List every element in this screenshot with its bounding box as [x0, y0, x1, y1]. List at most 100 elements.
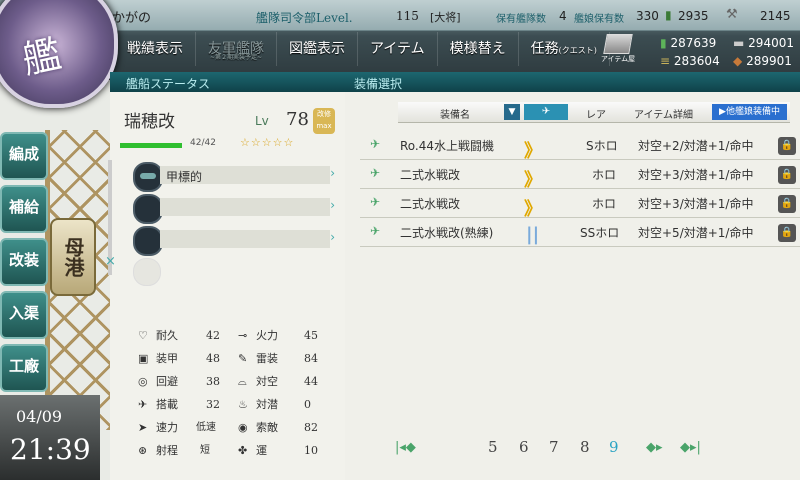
hq-level-label: 艦隊司令部Level.: [256, 11, 353, 25]
nav-supply[interactable]: 補給: [0, 185, 48, 233]
seaplane-fighter-icon: ✈: [370, 166, 381, 180]
nav-organize[interactable]: 編成: [0, 132, 48, 180]
proficiency-icon: ||: [526, 224, 540, 245]
hp-bar: [120, 143, 182, 148]
stat-value: 32: [206, 398, 220, 411]
next-page-icon[interactable]: ◆▸: [646, 440, 663, 455]
stat-label: 搭載: [156, 398, 178, 411]
equipment-name: 二式水戦改: [400, 168, 461, 182]
lock-icon[interactable]: 🔒: [778, 137, 796, 155]
last-page-icon[interactable]: ◆▸|: [680, 440, 701, 455]
equipment-detail: 対空+3/対潜+1/命中: [638, 168, 754, 182]
lock-icon[interactable]: 🔒: [778, 195, 796, 213]
menu-items[interactable]: アイテム: [358, 32, 438, 66]
equipment-slot-3[interactable]: ›: [130, 226, 335, 256]
bauxite-icon: ◆: [733, 54, 743, 68]
other-ship-toggle[interactable]: ▶他艦娘装備中: [712, 104, 787, 120]
steel-icon: ▬: [733, 36, 745, 50]
equipment-row[interactable]: ✈ 二式水戦改(熟練) || SSホロ 対空+5/対潜+1/命中 🔒: [360, 218, 800, 247]
equipment-name: 二式水戦改(熟練): [400, 226, 494, 240]
nav-remodel[interactable]: 改装: [0, 238, 48, 286]
ammo-icon: ≡: [660, 54, 671, 68]
ammo-value: 283604: [673, 54, 720, 68]
slot-2-arrow-icon: ›: [330, 198, 335, 212]
stat-row: ➤ 速力 低速 ◉ 索敵 82: [128, 418, 328, 438]
page-5[interactable]: 5: [488, 438, 498, 456]
clock-dock: 04/09 21:39: [0, 395, 100, 480]
menu-record[interactable]: 戦績表示: [115, 32, 196, 66]
equipment-rarity: SSホロ: [580, 226, 620, 240]
menu-friend-fleet-note: ~第２期実装予定~: [209, 54, 263, 61]
stat-value: 44: [304, 375, 318, 388]
sort-dropdown-icon[interactable]: ▼: [504, 104, 520, 120]
seaplane-fighter-icon: ✈: [370, 224, 381, 238]
menu-library[interactable]: 図鑑表示: [277, 32, 358, 66]
stat-value: 0: [304, 398, 311, 411]
page-8[interactable]: 8: [580, 438, 590, 456]
item-shop-button[interactable]: アイテム屋: [600, 34, 636, 64]
lock-icon[interactable]: 🔒: [778, 224, 796, 242]
stat-row: ▣ 装甲 48 ✎ 雷装 84: [128, 349, 328, 369]
equipment-rarity: Sホロ: [586, 139, 618, 153]
ship-name: 瑞穂改: [124, 112, 175, 132]
equipment-row[interactable]: ✈ 二式水戦改 》 ホロ 対空+3/対潜+1/命中 🔒: [360, 160, 800, 191]
stat-row: ⊛ 射程 短 ✤ 運 10: [128, 441, 328, 461]
line-of-sight-icon: ◉: [238, 421, 248, 434]
stat-label: 雷装: [256, 352, 278, 365]
page-9-current[interactable]: 9: [609, 438, 619, 456]
level-value: 78: [286, 109, 309, 130]
steel-value: 294001: [748, 36, 794, 50]
slot-2-bg: [160, 198, 330, 216]
upgrade-badge: 改修 max: [313, 108, 335, 134]
page-7[interactable]: 7: [549, 438, 559, 456]
anti-sub-icon: ♨: [238, 398, 248, 411]
screw-icon: ⚒: [726, 7, 738, 22]
menu-quests[interactable]: 任務(クエスト): [519, 32, 610, 66]
lock-icon[interactable]: 🔒: [778, 166, 796, 184]
ship-status-tab: 艦船ステータス: [126, 77, 211, 91]
col-name: 装備名: [440, 110, 470, 121]
item-shop-label: アイテム屋: [600, 55, 636, 63]
equipment-row[interactable]: ✈ 二式水戦改 》 ホロ 対空+3/対潜+1/命中 🔒: [360, 189, 800, 220]
screw-count: 2145: [760, 9, 791, 23]
speed-icon: ➤: [138, 421, 148, 434]
stat-value: 45: [304, 329, 318, 342]
fuel-icon: ▮: [660, 36, 667, 50]
stat-label: 運: [256, 444, 267, 457]
stat-row: ♡ 耐久 42 ⊸ 火力 45: [128, 326, 328, 346]
nav-arsenal[interactable]: 工廠: [0, 344, 48, 392]
filter-seaplane-fighter-icon[interactable]: ✈: [524, 104, 568, 120]
menu-quests-label: 任務: [530, 41, 559, 57]
girls-label: 艦娘保有数: [574, 14, 624, 25]
stat-value: 短: [200, 445, 210, 456]
hp-icon: ♡: [138, 329, 148, 342]
menu-friend-fleet: 友軍艦隊 ~第２期実装予定~: [196, 32, 277, 66]
menu-furniture[interactable]: 模様替え: [438, 32, 519, 66]
evasion-icon: ◎: [138, 375, 148, 388]
hp-bar-fill: [120, 143, 182, 148]
slot-1-name: 甲標的: [166, 170, 203, 184]
nav-docking[interactable]: 入渠: [0, 291, 48, 339]
stat-value: 82: [304, 421, 318, 434]
bauxite-value: 289901: [746, 54, 792, 68]
stat-label: 耐久: [156, 329, 178, 342]
anti-air-icon: ⌓: [238, 375, 247, 388]
aircraft-icon: ✈: [138, 398, 148, 411]
slot-empty-icon: [133, 194, 163, 224]
hq-level-value: 115: [396, 9, 419, 23]
armor-icon: ▣: [138, 352, 149, 365]
equipment-slot-2[interactable]: ›: [130, 194, 335, 224]
remove-equipment-icon[interactable]: ×: [105, 254, 116, 269]
stat-value: 10: [304, 444, 318, 457]
stat-value: 38: [206, 375, 220, 388]
stat-row: ✈ 搭載 32 ♨ 対潜 0: [128, 395, 328, 415]
fuel-resource: ▮ 287639: [660, 36, 716, 50]
range-icon: ⊛: [138, 444, 148, 457]
equipment-row[interactable]: ✈ Ro.44水上戦闘機 》 Sホロ 対空+2/対潜+1/命中 🔒: [360, 131, 800, 162]
equipment-slot-1[interactable]: 甲標的 ›: [130, 162, 335, 192]
port-button[interactable]: 母港: [50, 218, 96, 296]
first-page-icon[interactable]: |◂◆: [395, 440, 416, 455]
page-6[interactable]: 6: [519, 438, 529, 456]
equipment-name: Ro.44水上戦闘機: [400, 139, 495, 153]
fleets-label: 保有艦隊数: [496, 14, 546, 25]
